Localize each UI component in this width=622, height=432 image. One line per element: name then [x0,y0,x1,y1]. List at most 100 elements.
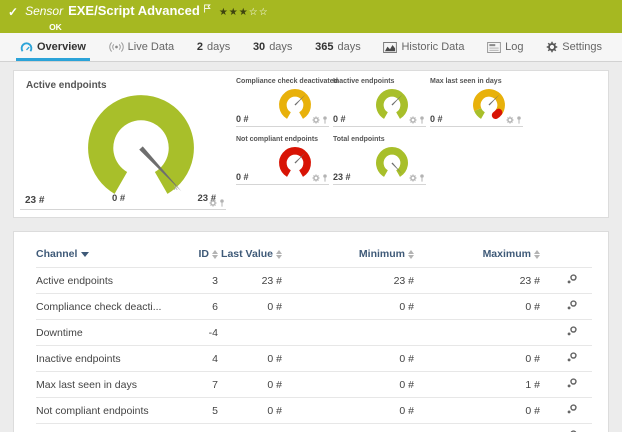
gauge-card-actions [409,116,425,124]
table-row: Downtime-4 [36,320,592,346]
small-gauges: Compliance check deactivated 0 # Inactive … [234,78,602,210]
column-header-actions [540,238,592,268]
channel-last-value: 0 # [218,372,282,398]
gauge-title: Compliance check deactivated [236,78,329,85]
sensor-tab-bar: Overview Live Data 2 days 30 days 365 da… [0,33,622,62]
main-content: Active endpoints x 0 # 23 # 23 # Complia… [0,62,622,432]
tab-settings[interactable]: Settings [542,33,606,61]
channel-settings-icon [566,377,578,389]
primary-gauge-card[interactable]: Active endpoints x 0 # 23 # 23 # [20,78,226,210]
gauge-card[interactable]: Not compliant endpoints 0 # [236,136,329,185]
page-title: EXE/Script Advanced [68,3,200,18]
column-header-channel[interactable]: Channel [36,238,168,268]
channel-last-value: 23 # [218,424,282,432]
pin-icon[interactable] [322,116,328,124]
column-header-maximum[interactable]: Maximum [414,238,540,268]
tab-number: 30 [253,41,265,53]
channel-settings-button[interactable] [566,406,578,418]
gear-icon [546,41,558,53]
gauge-card[interactable]: Compliance check deactivated 0 # [236,78,329,127]
gear-icon[interactable] [506,116,514,124]
channel-last-value: 0 # [218,398,282,424]
tab-365-days[interactable]: 365 days [311,33,365,61]
gear-icon[interactable] [312,116,320,124]
gauge-card-actions [209,199,225,207]
channel-name[interactable]: Compliance check deacti... [36,294,168,320]
channel-table-body: Active endpoints323 #23 #23 #Compliance … [36,268,592,432]
channel-minimum: 0 # [282,398,414,424]
column-header-id[interactable]: ID [168,238,218,268]
tab-overview[interactable]: Overview [16,33,90,61]
channel-name[interactable]: Downtime [36,320,168,346]
gauge-card[interactable]: Inactive endpoints0 # [333,78,426,127]
sort-icon [212,250,218,259]
table-header-row: Channel ID Last Value Minimum Maximum [36,238,592,268]
channel-settings-icon [566,273,578,285]
channel-maximum: 0 # [414,398,540,424]
channel-settings-button[interactable] [566,354,578,366]
pin-icon[interactable] [516,116,522,124]
channel-name[interactable]: Active endpoints [36,268,168,294]
priority-stars[interactable]: ★★★☆☆ [219,7,269,18]
tab-2-days[interactable]: 2 days [193,33,234,61]
channel-name[interactable]: Total endpoints [36,424,168,432]
gauge-title: Not compliant endpoints [236,136,329,143]
tab-label: Overview [37,41,86,53]
channel-settings-button[interactable] [566,302,578,314]
gear-icon[interactable] [209,199,217,207]
channel-name[interactable]: Max last seen in days [36,372,168,398]
gauge [276,86,314,124]
channel-settings-button[interactable] [566,380,578,392]
tab-historic-data[interactable]: Historic Data [379,33,468,61]
flag-icon[interactable] [203,4,211,13]
channel-maximum: 1 # [414,372,540,398]
gauge-min-label: 0 # [112,193,125,204]
status-check-icon: ✓ [8,5,18,19]
pin-icon[interactable] [219,199,225,207]
channel-settings-button[interactable] [566,328,578,340]
channel-settings-icon [566,325,578,337]
channel-minimum: 23 # [282,268,414,294]
gauge-title: Max last seen in days [430,78,523,85]
channel-minimum: 23 # [282,424,414,432]
pin-icon[interactable] [419,174,425,182]
channel-table: Channel ID Last Value Minimum Maximum Ac… [36,238,592,432]
gauge-value: 0 # [236,172,249,182]
channel-id: 7 [168,372,218,398]
channel-settings-icon [566,299,578,311]
tab-live-data[interactable]: Live Data [105,33,178,61]
gauge-value: 0 # [236,114,249,124]
channel-name[interactable]: Not compliant endpoints [36,398,168,424]
tab-label: days [338,41,361,53]
channel-name[interactable]: Inactive endpoints [36,346,168,372]
gauge-card[interactable]: Total endpoints23 # [333,136,426,185]
gauge-card[interactable]: Max last seen in days0 # [430,78,523,127]
channel-maximum: 23 # [414,268,540,294]
sensor-header: ✓ SensorEXE/Script Advanced★★★☆☆ OK [0,0,622,33]
channel-minimum: 0 # [282,346,414,372]
tab-label: Historic Data [401,41,464,53]
gear-icon[interactable] [409,174,417,182]
channel-settings-button[interactable] [566,276,578,288]
table-row: Max last seen in days70 #0 #1 # [36,372,592,398]
sort-icon [534,250,540,259]
pin-icon[interactable] [419,116,425,124]
gear-icon[interactable] [312,174,320,182]
column-header-minimum[interactable]: Minimum [282,238,414,268]
tab-label: Live Data [128,41,174,53]
tab-log[interactable]: Log [483,33,527,61]
pin-icon[interactable] [322,174,328,182]
gear-icon[interactable] [409,116,417,124]
channel-id: 6 [168,294,218,320]
tab-30-days[interactable]: 30 days [249,33,297,61]
sort-icon [408,250,414,259]
table-row: Not compliant endpoints50 #0 #0 # [36,398,592,424]
channel-id: 5 [168,398,218,424]
log-icon [487,42,501,53]
table-row: Total endpoints223 #23 #23 # [36,424,592,432]
gauge-card-actions [409,174,425,182]
channel-maximum: 0 # [414,346,540,372]
column-header-last-value[interactable]: Last Value [218,238,282,268]
gauge-card-actions [506,116,522,124]
channel-maximum [414,320,540,346]
